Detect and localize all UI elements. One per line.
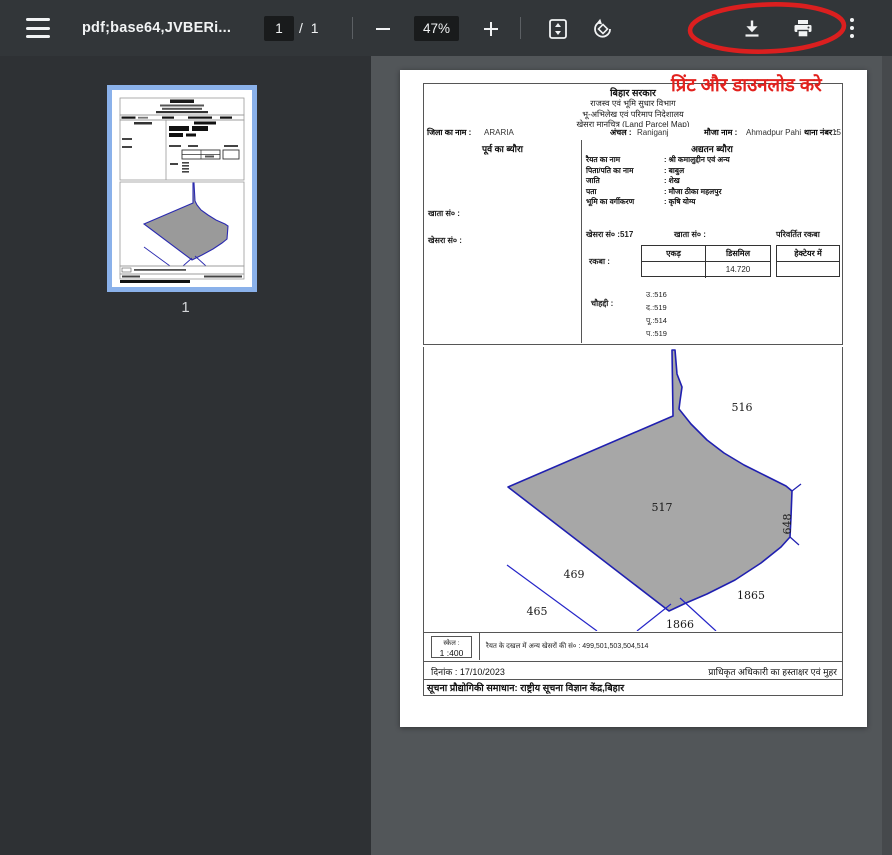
pdf-toolbar: pdf;base64,JVBERi... / 1 47% bbox=[0, 0, 892, 56]
boundary-tick bbox=[790, 537, 799, 545]
raiyat-name-value: : श्री कमालुद्दीन एवं अन्य bbox=[664, 155, 730, 166]
land-class-value: : कृषि योग्य bbox=[664, 197, 695, 208]
address-value: : मौजा ठीका महलपुर bbox=[664, 187, 722, 198]
annotation-print-download-text: प्रिंट और डाउनलोड करे bbox=[671, 72, 871, 97]
menu-button[interactable] bbox=[24, 17, 52, 39]
area-value-acre bbox=[642, 262, 706, 278]
parcel-517-polygon bbox=[508, 350, 792, 611]
page-thumbnail[interactable] bbox=[107, 85, 257, 292]
address-label: पता bbox=[586, 187, 664, 198]
anchal-value: Raniganj bbox=[637, 127, 669, 139]
rotate-button[interactable] bbox=[591, 17, 615, 41]
print-button[interactable] bbox=[791, 17, 815, 41]
page-count-label: / 1 bbox=[299, 0, 321, 56]
doc-info-row: जिला का नाम : ARARIA अंचल : Raniganj मौज… bbox=[423, 127, 843, 141]
column-divider bbox=[581, 140, 582, 343]
toolbar-divider bbox=[520, 17, 521, 39]
area-value-decimal: 14.720 bbox=[706, 262, 770, 278]
rakba-label: रकबा : bbox=[589, 256, 610, 267]
father-name-label: पिता/पति का नाम bbox=[586, 166, 664, 177]
area-header-hectare: हेक्टेयर में bbox=[777, 246, 839, 262]
rotate-counterclockwise-icon bbox=[591, 17, 615, 41]
scale-cell: स्केल : 1 :400 bbox=[431, 636, 472, 658]
boundary-east: पू.:514 bbox=[646, 314, 667, 327]
hectare-box: हेक्टेयर में bbox=[776, 245, 840, 277]
mauja-value: Ahmadpur Pahi bbox=[746, 127, 801, 139]
parcel-label-648: 648 bbox=[781, 514, 794, 535]
vertical-scrollbar[interactable] bbox=[882, 56, 892, 855]
thumbnail-preview bbox=[112, 90, 252, 287]
thumbnail-panel: 1 bbox=[0, 56, 371, 855]
caste-value: : शेख bbox=[664, 176, 680, 187]
hamburger-icon bbox=[26, 18, 50, 21]
officer-signature-label: प्राधिकृत अधिकारी का हस्ताक्षर एवं मुहर bbox=[708, 665, 837, 678]
scale-value: 1 :400 bbox=[432, 648, 471, 658]
raiyat-fields: रैयत का नाम: श्री कमालुद्दीन एवं अन्य पि… bbox=[586, 155, 730, 208]
scale-label: स्केल : bbox=[432, 638, 471, 647]
scale-divider bbox=[479, 633, 480, 660]
current-khata-label: खाता सं० : bbox=[674, 229, 706, 240]
fit-to-page-button[interactable] bbox=[546, 17, 570, 41]
other-khesra-note: रैयत के दखल में अन्य खेसरों की सं० : 499… bbox=[486, 642, 648, 651]
prev-khesra-label: खेसरा सं० : bbox=[428, 235, 462, 246]
date-signature-row: दिनांक : 17/10/2023 प्राधिकृत अधिकारी का… bbox=[423, 662, 843, 680]
scale-row: स्केल : 1 :400 रैयत के दखल में अन्य खेसर… bbox=[423, 633, 843, 662]
zoom-in-button[interactable] bbox=[479, 17, 503, 41]
current-khesra: खेसरा सं० :517 bbox=[586, 229, 633, 240]
parcel-label-517: 517 bbox=[652, 501, 673, 514]
doc-directorate-line: भू-अभिलेख एवं परिमाप निदेशालय bbox=[424, 110, 842, 121]
doc-dept-line: राजस्व एवं भूमि सुधार विभाग bbox=[424, 99, 842, 110]
toolbar-divider bbox=[352, 17, 353, 39]
pdf-viewer-window: pdf;base64,JVBERi... / 1 47% bbox=[0, 0, 892, 855]
printer-icon bbox=[792, 18, 814, 40]
page-number-input[interactable] bbox=[264, 16, 294, 41]
district-value: ARARIA bbox=[484, 127, 514, 139]
parcel-label-469: 469 bbox=[564, 568, 585, 581]
parcel-label-1866: 1866 bbox=[666, 618, 694, 631]
zoom-out-button[interactable] bbox=[371, 17, 395, 41]
district-label: जिला का नाम : bbox=[427, 127, 471, 139]
zoom-level: 47% bbox=[414, 16, 459, 41]
father-name-value: : बाबुल bbox=[664, 166, 684, 177]
document-viewport: प्रिंट और डाउनलोड करे बिहार सरकार राजस्व… bbox=[371, 56, 882, 855]
fit-to-page-icon bbox=[547, 18, 569, 40]
boundary-tick bbox=[792, 484, 801, 491]
thana-value: 15 bbox=[832, 127, 841, 139]
document-title: pdf;base64,JVBERi... bbox=[82, 0, 231, 56]
caste-label: जाति bbox=[586, 176, 664, 187]
doc-details-section: पूर्व का ब्यौरा अद्यतन ब्यौरा खाता सं० :… bbox=[423, 140, 843, 345]
three-dots-vertical-icon bbox=[849, 16, 855, 40]
pdf-page: बिहार सरकार राजस्व एवं भूमि सुधार विभाग … bbox=[400, 70, 867, 727]
current-details-title: अद्यतन ब्यौरा bbox=[581, 142, 843, 155]
parcel-label-465: 465 bbox=[527, 605, 548, 618]
parcel-label-1865: 1865 bbox=[737, 589, 765, 602]
more-options-button[interactable] bbox=[842, 15, 862, 41]
land-class-label: भूमि का वर्गीकरण bbox=[586, 197, 664, 208]
it-solution-footer: सूचना प्रौद्योगिकी समाधान: राष्ट्रीय सूच… bbox=[423, 680, 843, 696]
chauhaddi-label: चौहद्दी : bbox=[591, 298, 613, 309]
boundary-north: उ.:516 bbox=[646, 288, 667, 301]
boundary-south: द.:519 bbox=[646, 301, 667, 314]
raiyat-name-label: रैयत का नाम bbox=[586, 155, 664, 166]
parcel-label-516: 516 bbox=[732, 401, 753, 414]
download-button[interactable] bbox=[740, 17, 764, 41]
red-circle-annotation bbox=[684, 1, 850, 55]
prev-khata-label: खाता सं० : bbox=[428, 208, 460, 219]
area-header-decimal: डिसमिल bbox=[706, 246, 770, 262]
parivartit-rakba-label: परिवर्तित रकबा bbox=[776, 229, 820, 240]
parcel-map: 516 517 469 465 1865 1866 648 bbox=[423, 347, 843, 633]
mauja-label: मौजा नाम : bbox=[704, 127, 737, 139]
plus-icon bbox=[479, 17, 503, 41]
anchal-label: अंचल : bbox=[610, 127, 632, 139]
parcel-map-svg: 516 517 469 465 1865 1866 648 bbox=[424, 347, 842, 631]
thumbnail-page-number: 1 bbox=[0, 299, 371, 316]
date-value: दिनांक : 17/10/2023 bbox=[431, 665, 505, 678]
area-header-acre: एकड़ bbox=[642, 246, 706, 262]
previous-details-title: पूर्व का ब्यौरा bbox=[424, 142, 581, 155]
boundary-west: प.:519 bbox=[646, 327, 667, 340]
download-icon bbox=[741, 18, 763, 40]
minus-icon bbox=[371, 17, 395, 41]
area-table: एकड़ डिसमिल 14.720 bbox=[641, 245, 771, 277]
